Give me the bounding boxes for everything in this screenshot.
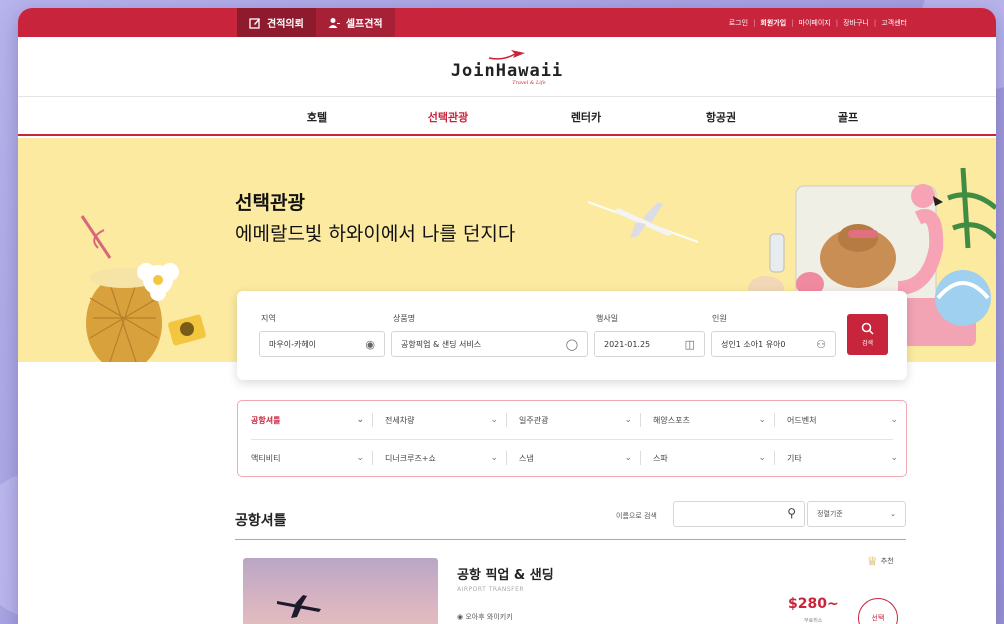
chevron-down-icon: ⌄ xyxy=(758,415,766,425)
product-title[interactable]: 공항 픽업 & 샌딩 xyxy=(457,564,554,583)
name-search-label: 이름으로 검색 xyxy=(616,512,657,520)
filter-activity[interactable]: 액티비티 ⌄ xyxy=(238,448,372,468)
date-label: 행사일 xyxy=(596,314,619,323)
section-title: 공항셔틀 xyxy=(235,513,287,529)
nav-item-hotel[interactable]: 호텔 xyxy=(307,109,327,125)
filter-label: 기타 xyxy=(787,453,802,463)
main-nav: 호텔 선택관광 렌터카 항공권 골프 xyxy=(18,97,996,136)
people-value: 성인1 소아1 유아0 xyxy=(721,339,786,349)
product-price: $280~ xyxy=(788,596,839,612)
sort-label: 정렬기준 xyxy=(817,510,843,518)
filter-etc[interactable]: 기타 ⌄ xyxy=(774,448,906,468)
filter-label: 어드벤처 xyxy=(787,415,817,425)
page-title: 선택관광 xyxy=(235,192,305,214)
brand-tagline: Travel & Life xyxy=(512,80,546,86)
filter-label: 해양스포츠 xyxy=(653,415,690,425)
nav-item-tour[interactable]: 선택관광 xyxy=(428,109,468,125)
filter-label: 스냅 xyxy=(519,453,534,463)
product-subtitle: AIRPORT TRANSFER xyxy=(457,586,525,593)
chevron-down-icon: ⌄ xyxy=(890,453,898,463)
browser-frame: 견적의뢰 셀프견적 로그인 | 회원가입 | 마이페이지 | 장바구니 | 고객센터 J… xyxy=(18,8,996,624)
chevron-down-icon: ⌄ xyxy=(890,510,896,518)
nav-item-flight[interactable]: 항공권 xyxy=(706,109,736,125)
customer-center-link[interactable]: 고객센터 xyxy=(876,18,912,28)
filter-dinner-cruise[interactable]: 디너크루즈+쇼 ⌄ xyxy=(372,448,506,468)
nav-item-golf[interactable]: 골프 xyxy=(838,109,858,125)
chevron-down-icon: ⌄ xyxy=(890,415,898,425)
section-divider xyxy=(235,539,906,540)
product-location-text: 오아후 와이키키 xyxy=(465,613,513,621)
name-search-input[interactable]: ⚲ xyxy=(673,501,805,527)
quote-request-tab[interactable]: 견적의뢰 xyxy=(237,8,316,37)
people-icon: ⚇ xyxy=(816,337,826,351)
chevron-down-icon: ⌄ xyxy=(490,453,498,463)
logo-area: JoinHawaii Travel & Life xyxy=(18,37,996,97)
region-value: 마우이-카헤이 xyxy=(269,339,317,349)
filter-island-tour[interactable]: 일주관광 ⌄ xyxy=(506,410,640,430)
mypage-link[interactable]: 마이페이지 xyxy=(794,18,836,28)
product-input[interactable]: 공항픽업 & 샌딩 서비스 ◯ xyxy=(391,331,588,357)
search-button[interactable]: 검색 xyxy=(847,314,888,355)
top-bar: 견적의뢰 셀프견적 로그인 | 회원가입 | 마이페이지 | 장바구니 | 고객센터 xyxy=(18,8,996,37)
search-icon[interactable]: ⚲ xyxy=(787,506,796,520)
signup-link[interactable]: 회원가입 xyxy=(755,18,791,28)
product-value: 공항픽업 & 샌딩 서비스 xyxy=(401,339,482,349)
chevron-down-icon: ⌄ xyxy=(356,415,364,425)
filter-row-divider xyxy=(251,439,893,440)
quote-request-label: 견적의뢰 xyxy=(267,19,304,30)
filter-label: 디너크루즈+쇼 xyxy=(385,453,436,463)
filter-adventure[interactable]: 어드벤처 ⌄ xyxy=(774,410,906,430)
quote-tabs: 견적의뢰 셀프견적 xyxy=(237,8,395,37)
product-image[interactable] xyxy=(243,558,438,624)
self-quote-label: 셀프견적 xyxy=(345,19,383,30)
chevron-down-icon: ⌄ xyxy=(624,453,632,463)
cart-link[interactable]: 장바구니 xyxy=(838,18,874,28)
date-picker[interactable]: 2021-01.25 ◫ xyxy=(594,331,705,357)
people-select[interactable]: 성인1 소아1 유아0 ⚇ xyxy=(711,331,836,357)
calendar-icon: ◫ xyxy=(684,337,695,351)
filter-label: 일주관광 xyxy=(519,415,549,425)
filter-label: 전세차량 xyxy=(385,415,415,425)
filter-spa[interactable]: 스파 ⌄ xyxy=(640,448,774,468)
recommend-badge: ♕ 추천 xyxy=(867,554,894,568)
edit-icon xyxy=(249,17,260,29)
sort-select[interactable]: 정렬기준 ⌄ xyxy=(807,501,906,527)
category-filters: 공항셔틀 ⌄ 전세차량 ⌄ 일주관광 ⌄ 해양스포츠 ⌄ 어드벤처 ⌄ 액티비티 ⌄ 디너크… xyxy=(237,400,907,477)
user-icon xyxy=(328,17,340,28)
price-note: 무료취소 xyxy=(804,618,823,624)
crown-icon: ♕ xyxy=(867,554,878,568)
date-value: 2021-01.25 xyxy=(604,339,651,349)
utility-links: 로그인 | 회원가입 | 마이페이지 | 장바구니 | 고객센터 xyxy=(724,8,996,37)
region-label: 지역 xyxy=(261,314,276,323)
product-label: 상품명 xyxy=(393,314,416,323)
filter-water-sports[interactable]: 해양스포츠 ⌄ xyxy=(640,410,774,430)
chevron-down-icon: ⌄ xyxy=(624,415,632,425)
filter-label: 스파 xyxy=(653,453,668,463)
brand-logo[interactable]: JoinHawaii xyxy=(451,61,563,81)
package-icon: ◯ xyxy=(565,337,578,351)
search-icon xyxy=(861,322,874,335)
page-subtitle: 에메랄드빛 하와이에서 나를 던지다 xyxy=(235,223,516,245)
product-location: ◉ 오아후 와이키키 xyxy=(457,612,513,622)
chevron-down-icon: ⌄ xyxy=(758,453,766,463)
filter-charter-car[interactable]: 전세차량 ⌄ xyxy=(372,410,506,430)
filter-label: 액티비티 xyxy=(251,453,281,463)
nav-item-rentcar[interactable]: 렌터카 xyxy=(571,109,601,125)
region-select[interactable]: 마우이-카헤이 ◉ xyxy=(259,331,385,357)
airplane-image xyxy=(277,595,321,618)
filter-airport-shuttle[interactable]: 공항셔틀 ⌄ xyxy=(238,410,372,430)
filter-label: 공항셔틀 xyxy=(251,415,281,425)
self-quote-tab[interactable]: 셀프견적 xyxy=(315,8,395,37)
search-panel: 지역 마우이-카헤이 ◉ 상품명 공항픽업 & 샌딩 서비스 ◯ 행사일 202… xyxy=(237,291,907,380)
filter-snap[interactable]: 스냅 ⌄ xyxy=(506,448,640,468)
location-icon: ◉ xyxy=(365,337,375,351)
select-button-label: 선택 xyxy=(871,614,885,622)
chevron-down-icon: ⌄ xyxy=(490,415,498,425)
people-label: 인원 xyxy=(712,314,727,323)
login-link[interactable]: 로그인 xyxy=(724,18,753,28)
chevron-down-icon: ⌄ xyxy=(356,453,364,463)
recommend-text: 추천 xyxy=(880,557,894,565)
search-button-label: 검색 xyxy=(861,340,874,347)
